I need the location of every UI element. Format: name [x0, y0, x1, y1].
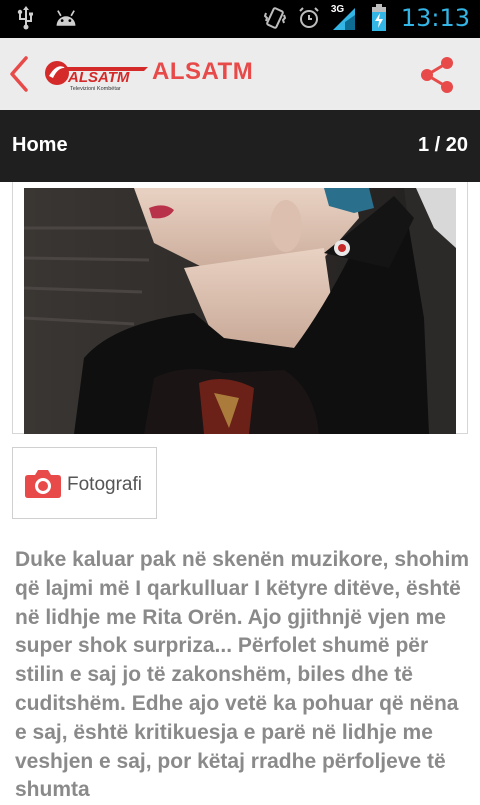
article-photo[interactable] — [24, 188, 456, 434]
photo-gallery-button[interactable]: Fotografi — [12, 447, 157, 519]
usb-icon — [14, 6, 38, 30]
signal-icon: 3G — [330, 4, 357, 30]
chevron-left-icon — [10, 56, 28, 92]
app-title: ALSATM — [152, 58, 254, 85]
status-bar: 3G 13:13 — [0, 0, 480, 38]
status-clock: 13:13 — [400, 4, 470, 32]
article-image-frame — [12, 182, 468, 434]
svg-text:Televizioni Kombëtar: Televizioni Kombëtar — [70, 86, 121, 92]
notification-icons — [14, 6, 78, 30]
article-body: Duke kaluar pak në skenën muzikore, shoh… — [15, 548, 469, 802]
section-bar: Home 1 / 20 — [0, 110, 480, 182]
article-counter: 1 / 20 — [417, 134, 468, 156]
photo-gallery-label: Fotografi — [67, 474, 142, 495]
android-icon — [54, 6, 78, 30]
system-indicators: 3G 13:13 — [263, 4, 470, 32]
network-type-label: 3G — [330, 4, 345, 15]
section-home-link[interactable]: Home — [12, 134, 68, 157]
alsatm-logo: ALSATM Televizioni Kombëtar — [44, 58, 148, 92]
app-bar: ALSATM Televizioni Kombëtar ALSATM — [0, 38, 480, 110]
back-button[interactable] — [4, 56, 34, 92]
share-button[interactable] — [418, 56, 456, 94]
share-icon — [421, 57, 453, 93]
camera-icon — [25, 470, 61, 498]
svg-text:ALSATM: ALSATM — [67, 69, 130, 86]
alarm-clock-icon — [297, 6, 321, 30]
battery-charging-icon — [367, 4, 391, 31]
vibrate-icon — [263, 6, 287, 30]
